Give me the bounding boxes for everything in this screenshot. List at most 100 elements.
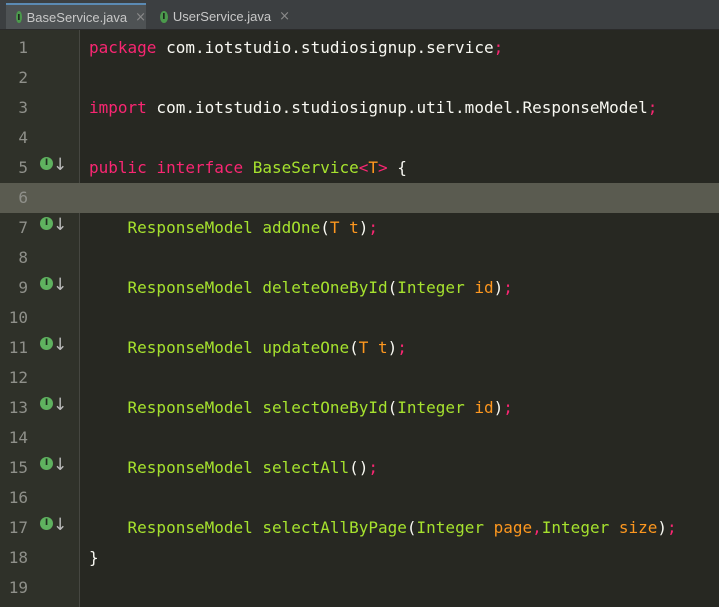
implemented-interface-icon[interactable]: I ↓ xyxy=(40,155,68,178)
line-number: 2 xyxy=(18,68,28,87)
navigate-down-icon: ↓ xyxy=(53,155,68,175)
code-token: ( xyxy=(349,338,359,357)
close-icon[interactable]: × xyxy=(135,10,146,25)
code-line[interactable]: 17 I ↓ ResponseModel selectAllByPage(Integ… xyxy=(0,513,719,543)
code-token: Integer xyxy=(397,278,465,297)
code-token: ) xyxy=(358,218,369,237)
line-number: 7 xyxy=(18,218,28,237)
code-text: } xyxy=(89,548,99,567)
code-token: ; xyxy=(503,398,513,417)
code-token: ResponseModel xyxy=(89,338,253,357)
code-text: package com.iotstudio.studiosignup.servi… xyxy=(89,38,503,57)
implemented-interface-icon[interactable]: I ↓ xyxy=(40,335,68,358)
code-line[interactable]: 1 package com.iotstudio.studiosignup.serv… xyxy=(0,33,719,63)
implemented-interface-icon[interactable]: I ↓ xyxy=(40,515,68,538)
code-token: , xyxy=(532,518,542,537)
code-token: ResponseModel xyxy=(89,398,253,417)
code-token: package xyxy=(89,38,157,57)
code-line[interactable]: 16 xyxy=(0,483,719,513)
code-line[interactable]: 9 I ↓ ResponseModel deleteOneById(Integer … xyxy=(0,273,719,303)
code-token: T xyxy=(368,158,379,177)
implemented-interface-icon[interactable]: I ↓ xyxy=(40,455,67,478)
code-line[interactable]: 3 import com.iotstudio.studiosignup.util.… xyxy=(0,93,719,123)
code-token: Integer xyxy=(397,398,465,417)
code-token: ResponseModel xyxy=(89,458,253,477)
code-line[interactable]: 2 xyxy=(0,63,719,93)
tab-label: UserService.java xyxy=(172,9,272,24)
code-token: () xyxy=(349,458,369,477)
code-line[interactable]: 4 xyxy=(0,123,719,153)
code-token: interface xyxy=(156,158,244,177)
code-line[interactable]: 7 I ↓ ResponseModel addOne(T t); xyxy=(0,213,719,243)
code-line[interactable]: 6 xyxy=(0,183,719,213)
code-token: ; xyxy=(368,218,379,237)
code-text: import com.iotstudio.studiosignup.util.m… xyxy=(89,98,657,117)
code-token: public xyxy=(89,158,147,177)
code-line[interactable]: 11 I ↓ ResponseModel updateOne(T t); xyxy=(0,333,719,363)
code-line[interactable]: 14 xyxy=(0,423,719,453)
code-line[interactable]: 13 I ↓ ResponseModel selectOneById(Integer… xyxy=(0,393,719,423)
code-token: ; xyxy=(647,98,658,117)
navigate-down-icon: ↓ xyxy=(53,335,68,355)
tab-userservice[interactable]: I UserService.java × xyxy=(150,4,290,29)
implemented-interface-icon[interactable]: I ↓ xyxy=(40,275,68,298)
interface-icon: I xyxy=(160,10,168,23)
line-number: 19 xyxy=(8,578,28,597)
code-token: ( xyxy=(387,398,398,417)
code-token: size xyxy=(609,518,658,537)
code-text: public interface BaseService<T> { xyxy=(89,158,407,177)
code-token: ) xyxy=(493,278,504,297)
interface-badge-icon: I xyxy=(40,517,53,530)
code-token: ( xyxy=(320,218,330,237)
implemented-interface-icon[interactable]: I ↓ xyxy=(40,215,67,238)
code-line[interactable]: 19 xyxy=(0,573,719,603)
code-token: ( xyxy=(387,278,398,297)
code-token: ResponseModel xyxy=(89,518,253,537)
line-number: 8 xyxy=(18,248,28,267)
code-line[interactable]: 10 xyxy=(0,303,719,333)
interface-badge-icon: I xyxy=(40,157,53,170)
code-token: import xyxy=(89,98,147,117)
line-number: 18 xyxy=(8,548,28,567)
code-line[interactable]: 8 xyxy=(0,243,719,273)
code-line[interactable]: 5 I ↓ public interface BaseService<T> { xyxy=(0,153,719,183)
code-token: { xyxy=(387,158,407,177)
line-number: 16 xyxy=(8,488,28,507)
editor-tab-bar: I BaseService.java × I UserService.java … xyxy=(0,0,719,30)
line-number: 15 xyxy=(8,458,28,477)
close-icon[interactable]: × xyxy=(279,9,290,24)
code-token: ; xyxy=(503,278,513,297)
code-token: updateOne xyxy=(252,338,350,357)
ide-window: I BaseService.java × I UserService.java … xyxy=(0,0,719,607)
line-number: 17 xyxy=(8,518,28,537)
code-token: ; xyxy=(397,338,407,357)
line-number: 1 xyxy=(18,38,28,57)
code-token: id xyxy=(464,278,494,297)
code-text: ResponseModel selectOneById(Integer id); xyxy=(89,398,513,417)
tab-baseservice[interactable]: I BaseService.java × xyxy=(6,3,146,29)
code-text: ResponseModel addOne(T t); xyxy=(89,218,379,237)
code-token: ResponseModel xyxy=(89,218,253,237)
interface-badge-icon: I xyxy=(40,337,53,350)
code-line[interactable]: 12 xyxy=(0,363,719,393)
code-line[interactable]: 15 I ↓ ResponseModel selectAll(); xyxy=(0,453,719,483)
code-token: deleteOneById xyxy=(252,278,388,297)
code-token: < xyxy=(358,158,369,177)
interface-badge-icon: I xyxy=(40,397,53,410)
implemented-interface-icon[interactable]: I ↓ xyxy=(40,395,67,418)
code-token: Integer xyxy=(541,518,610,537)
line-number: 9 xyxy=(18,278,28,297)
code-line[interactable]: 18} xyxy=(0,543,719,573)
code-editor[interactable]: 1 package com.iotstudio.studiosignup.serv… xyxy=(0,30,719,607)
navigate-down-icon: ↓ xyxy=(53,515,68,535)
navigate-down-icon: ↓ xyxy=(53,275,68,295)
code-token: t xyxy=(368,338,388,357)
line-number: 10 xyxy=(8,308,28,327)
interface-icon: I xyxy=(16,11,22,23)
code-token: com.iotstudio.studiosignup.util.model.Re… xyxy=(146,98,648,117)
code-token: ResponseModel xyxy=(89,278,253,297)
code-token: T xyxy=(358,338,369,357)
line-number: 12 xyxy=(8,368,28,387)
code-token: addOne xyxy=(252,218,321,237)
